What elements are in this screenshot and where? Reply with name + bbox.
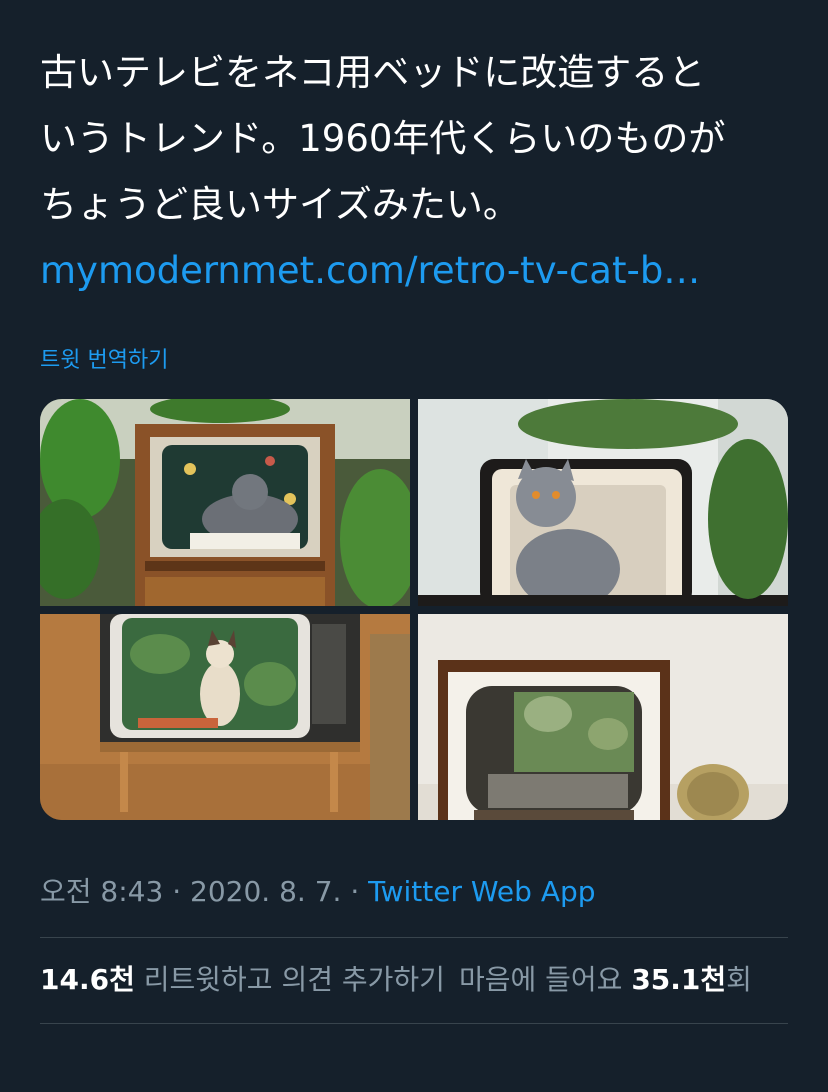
media-image-1-picture (40, 399, 410, 606)
tweet-source-link[interactable]: Twitter Web App (368, 875, 595, 908)
media-image-3-picture (40, 614, 410, 820)
tweet-text-line-2: いうトレンド。1960年代くらいのものが (40, 117, 726, 160)
retweet-label: 리트윗하고 의견 추가하기 (143, 963, 445, 996)
media-image-3[interactable] (40, 614, 410, 820)
media-grid (40, 399, 788, 820)
tweet-meta: 오전 8:43 · 2020. 8. 7. · Twitter Web App (40, 870, 596, 910)
article-link[interactable]: mymodernmet.com/retro-tv-cat-b… (40, 238, 800, 304)
retweet-stat[interactable]: 14.6천 리트윗하고 의견 추가하기 (40, 963, 445, 996)
media-image-4-picture (418, 614, 788, 820)
likes-count: 35.1천 (631, 963, 727, 996)
meta-separator-2: · (350, 875, 360, 908)
media-image-2[interactable] (418, 399, 788, 606)
meta-separator-1: · (172, 875, 182, 908)
media-image-2-picture (418, 399, 788, 606)
tweet-date: 2020. 8. 7. (190, 875, 342, 908)
divider-bottom (40, 1023, 788, 1024)
retweet-count: 14.6천 (40, 963, 135, 996)
likes-label: 마음에 들어요 (458, 963, 623, 996)
tweet-text-line-1: 古いテレビをネコ用ベッドに改造すると (40, 51, 706, 94)
tweet-text: 古いテレビをネコ用ベッドに改造すると いうトレンド。1960年代くらいのものが … (40, 40, 800, 304)
media-image-1[interactable] (40, 399, 410, 606)
media-image-4[interactable] (418, 614, 788, 820)
translate-tweet-link[interactable]: 트윗 번역하기 (40, 342, 168, 374)
tweet-time: 오전 8:43 (40, 875, 164, 908)
divider-top (40, 937, 788, 938)
likes-suffix: 회 (726, 963, 752, 996)
tweet-text-line-3: ちょうど良いサイズみたい。 (40, 183, 520, 226)
tweet-stats: 14.6천 리트윗하고 의견 추가하기 마음에 들어요 35.1천회 (40, 958, 752, 998)
likes-stat[interactable]: 마음에 들어요 35.1천회 (459, 963, 752, 996)
